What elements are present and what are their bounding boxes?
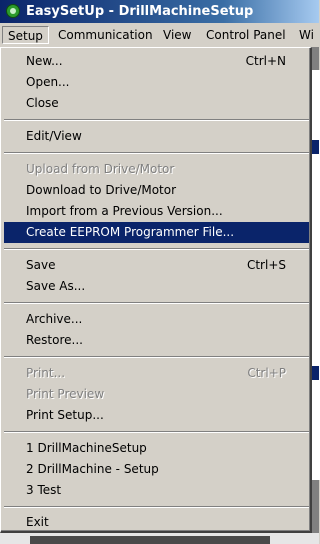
menu-item-print-preview: Print Preview	[4, 384, 309, 405]
menu-item-label: 1 DrillMachineSetup	[26, 441, 147, 455]
menu-item-edit-view[interactable]: Edit/View	[4, 126, 309, 147]
menu-item-label: Open...	[26, 75, 70, 89]
menu-control-panel[interactable]: Control Panel	[201, 26, 291, 44]
menu-item-label: Print Preview	[26, 387, 105, 401]
menu-bar: Setup Communication View Control Panel W…	[0, 23, 319, 47]
menu-setup[interactable]: Setup	[2, 26, 49, 44]
title-bar: EasySetUp - DrillMachineSetup	[0, 0, 319, 23]
menu-item-save-as[interactable]: Save As...	[4, 276, 309, 297]
menu-item-label: Download to Drive/Motor	[26, 183, 177, 197]
menu-item-exit[interactable]: Exit	[4, 512, 309, 533]
menu-item-recent-1[interactable]: 1 DrillMachineSetup	[4, 438, 309, 459]
window-title: EasySetUp - DrillMachineSetup	[26, 4, 254, 19]
menu-item-archive[interactable]: Archive...	[4, 309, 309, 330]
menu-item-shortcut: Ctrl+S	[246, 258, 286, 272]
menu-item-download[interactable]: Download to Drive/Motor	[4, 180, 309, 201]
menu-item-print: Print... Ctrl+P	[4, 363, 309, 384]
menu-item-label: Restore...	[26, 333, 83, 347]
menu-item-label: Print...	[26, 366, 66, 380]
setup-dropdown-menu: New... Ctrl+N Open... Close Edit/View Up…	[0, 47, 312, 533]
menu-item-recent-3[interactable]: 3 Test	[4, 480, 309, 501]
app-status-image	[30, 536, 270, 544]
menu-item-label: Upload from Drive/Motor	[26, 162, 175, 176]
menu-item-label: Save	[26, 258, 56, 272]
menu-item-print-setup[interactable]: Print Setup...	[4, 405, 309, 426]
menu-separator	[4, 302, 309, 304]
menu-item-label: Print Setup...	[26, 408, 104, 422]
menu-communication[interactable]: Communication	[53, 26, 158, 44]
menu-item-save[interactable]: Save Ctrl+S	[4, 255, 309, 276]
menu-separator	[4, 356, 309, 358]
menu-item-restore[interactable]: Restore...	[4, 330, 309, 351]
menu-item-label: Close	[26, 96, 59, 110]
menu-item-label: Edit/View	[26, 129, 82, 143]
menu-item-import[interactable]: Import from a Previous Version...	[4, 201, 309, 222]
menu-item-label: New...	[26, 54, 63, 68]
menu-item-open[interactable]: Open...	[4, 72, 309, 93]
menu-window[interactable]: Wi	[294, 26, 319, 44]
menu-item-label: Archive...	[26, 312, 83, 326]
menu-item-label: Save As...	[26, 279, 86, 293]
menu-item-label: 2 DrillMachine - Setup	[26, 462, 159, 476]
menu-item-close[interactable]: Close	[4, 93, 309, 114]
menu-separator	[4, 248, 309, 250]
menu-view[interactable]: View	[158, 26, 196, 44]
menu-item-create-eeprom[interactable]: Create EEPROM Programmer File...	[4, 222, 309, 243]
menu-item-shortcut: Ctrl+N	[245, 54, 286, 68]
menu-item-new[interactable]: New... Ctrl+N	[4, 51, 309, 72]
menu-separator	[4, 119, 309, 121]
menu-separator	[4, 431, 309, 433]
menu-separator	[4, 152, 309, 154]
menu-item-label: Import from a Previous Version...	[26, 204, 223, 218]
menu-item-label: 3 Test	[26, 483, 62, 497]
menu-item-shortcut: Ctrl+P	[247, 366, 286, 380]
menu-item-label: Exit	[26, 515, 49, 529]
app-icon[interactable]	[6, 4, 20, 18]
menu-separator	[4, 506, 309, 508]
menu-item-upload: Upload from Drive/Motor	[4, 159, 309, 180]
menu-item-label: Create EEPROM Programmer File...	[26, 225, 235, 239]
menu-item-recent-2[interactable]: 2 DrillMachine - Setup	[4, 459, 309, 480]
